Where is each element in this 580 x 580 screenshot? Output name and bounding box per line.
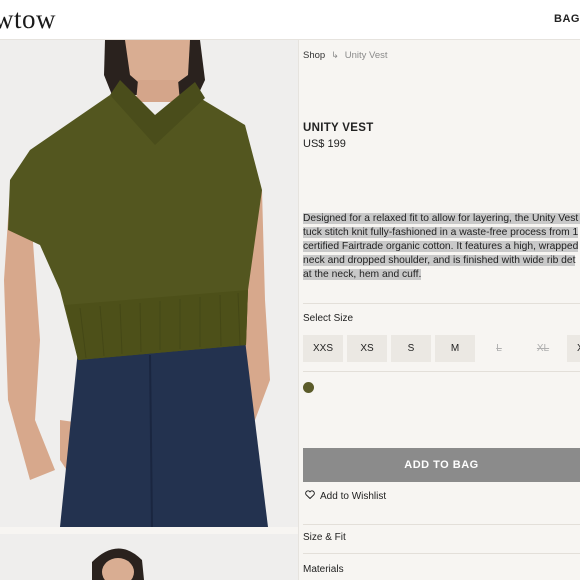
size-option-xl: XL [536, 343, 550, 354]
description-line: tuck stitch knit fully-fashioned in a wa… [303, 227, 579, 238]
description-line: neck and dropped shoulder, and is finish… [303, 255, 576, 266]
product-price: US$ 199 [303, 138, 346, 150]
column-divider [298, 40, 299, 580]
description-line: Designed for a relaxed fit to allow for … [303, 213, 580, 224]
size-option-l: L [496, 343, 502, 354]
model-portrait-image [0, 534, 298, 580]
size-option-xxs[interactable]: XXS [303, 335, 343, 362]
site-header: wtow BAG ( [0, 0, 580, 40]
brand-logo[interactable]: wtow [0, 4, 56, 35]
select-size-label: Select Size [303, 313, 354, 324]
section-divider [303, 524, 580, 525]
section-divider [303, 371, 580, 372]
size-option-xs[interactable]: XS [347, 335, 387, 362]
size-option-s[interactable]: S [391, 335, 431, 362]
wishlist-label: Add to Wishlist [320, 490, 387, 502]
product-photo-main[interactable] [0, 40, 298, 527]
accordion-materials[interactable]: Materials [303, 564, 344, 575]
description-line: certified Fairtrade organic cotton. It f… [303, 241, 579, 252]
add-to-wishlist-link[interactable]: Add to Wishlist [305, 490, 386, 502]
breadcrumb-arrow-icon: ↳ [331, 50, 339, 60]
section-divider [303, 553, 580, 554]
color-swatch[interactable] [303, 382, 314, 393]
product-title: UNITY VEST [303, 122, 374, 134]
breadcrumb-current: Unity Vest [344, 50, 388, 61]
product-description: Designed for a relaxed fit to allow for … [303, 212, 580, 282]
section-divider [303, 303, 580, 304]
bag-link[interactable]: BAG ( [554, 13, 580, 25]
size-option-m[interactable]: M [435, 335, 475, 362]
size-option-truncated[interactable]: X [567, 335, 580, 362]
heart-icon [305, 490, 315, 502]
accordion-size-fit[interactable]: Size & Fit [303, 532, 346, 543]
breadcrumb: Shop ↳ Unity Vest [303, 50, 388, 61]
breadcrumb-shop-link[interactable]: Shop [303, 50, 325, 61]
add-to-bag-button[interactable]: ADD TO BAG [303, 448, 580, 482]
model-wearing-vest-image [0, 40, 298, 527]
size-options: XXS XS S M L XL X [303, 335, 580, 362]
product-photo-secondary[interactable] [0, 534, 298, 580]
description-line: at the neck, hem and cuff. [303, 269, 422, 280]
